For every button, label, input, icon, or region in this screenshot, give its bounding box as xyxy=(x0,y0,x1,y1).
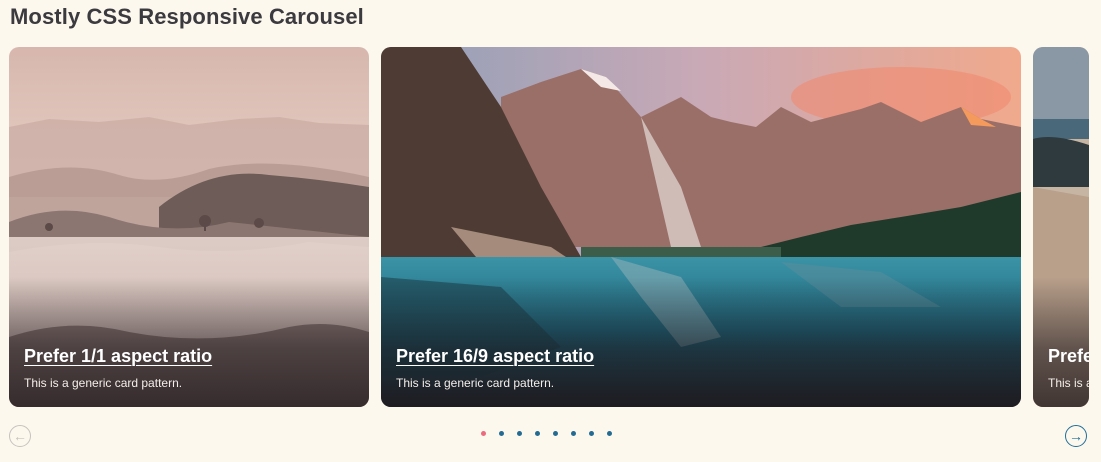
pagination-dot[interactable] xyxy=(517,431,522,436)
pagination-dot[interactable] xyxy=(499,431,504,436)
card-description: This is a generic card pattern. xyxy=(396,376,555,390)
arrow-left-icon: ← xyxy=(13,428,27,444)
previous-button[interactable]: ← xyxy=(9,425,31,447)
pagination-dot[interactable] xyxy=(589,431,594,436)
pagination-dot[interactable] xyxy=(481,431,486,436)
carousel-card-2[interactable]: Prefer 16/9 aspect ratio This is a gener… xyxy=(381,47,1021,407)
carousel-card-1[interactable]: Prefer 1/1 aspect ratio This is a generi… xyxy=(9,47,369,407)
card-title-link[interactable]: Prefer 16/9 aspect ratio xyxy=(396,346,594,367)
carousel-track: Prefer 1/1 aspect ratio This is a generi… xyxy=(0,0,1101,462)
card-title-link[interactable]: Prefer 1/1 aspect ratio xyxy=(24,346,212,367)
pagination-dot[interactable] xyxy=(553,431,558,436)
next-button[interactable]: → xyxy=(1065,425,1087,447)
carousel-card-3[interactable]: Prefe This is a xyxy=(1033,47,1089,407)
pagination-dot[interactable] xyxy=(535,431,540,436)
card-description: This is a generic card pattern. xyxy=(24,376,183,390)
arrow-right-icon: → xyxy=(1069,428,1083,444)
pagination-dot[interactable] xyxy=(571,431,576,436)
pagination-dot[interactable] xyxy=(607,431,612,436)
card-description: This is a xyxy=(1048,376,1089,390)
card-title-link[interactable]: Prefe xyxy=(1048,346,1089,367)
